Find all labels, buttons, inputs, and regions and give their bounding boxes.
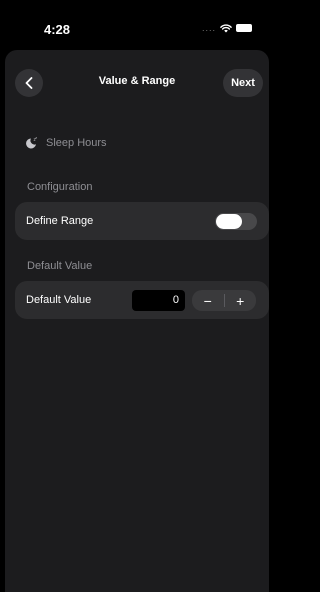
- define-range-label: Define Range: [26, 215, 94, 227]
- decrement-button[interactable]: −: [192, 290, 224, 311]
- moon-zzz-icon: z z: [26, 136, 37, 149]
- modal-sheet: Value & Range Next z z Sleep Hours Confi…: [5, 50, 269, 592]
- configuration-section-title: Configuration: [27, 181, 93, 193]
- default-value-section-title: Default Value: [27, 260, 93, 272]
- svg-text:z: z: [35, 136, 37, 140]
- define-range-toggle[interactable]: [215, 213, 257, 230]
- define-range-row: Define Range: [15, 202, 269, 240]
- default-value-label: Default Value: [26, 294, 92, 306]
- battery-icon: [236, 24, 252, 32]
- item-header: z z Sleep Hours: [25, 136, 107, 149]
- status-time: 4:28: [44, 22, 71, 37]
- increment-button[interactable]: +: [224, 290, 256, 311]
- status-icons: ....: [202, 23, 252, 33]
- default-value-row: Default Value 0 − +: [15, 281, 269, 319]
- item-name: Sleep Hours: [46, 136, 107, 149]
- status-bar: 4:28 ....: [0, 0, 274, 48]
- default-value-stepper: − +: [192, 290, 256, 311]
- next-button[interactable]: Next: [223, 69, 263, 97]
- wifi-icon: [220, 23, 232, 32]
- toggle-knob: [216, 214, 242, 229]
- cellular-signal-icon: ....: [201, 23, 216, 33]
- default-value-field[interactable]: 0: [132, 290, 185, 311]
